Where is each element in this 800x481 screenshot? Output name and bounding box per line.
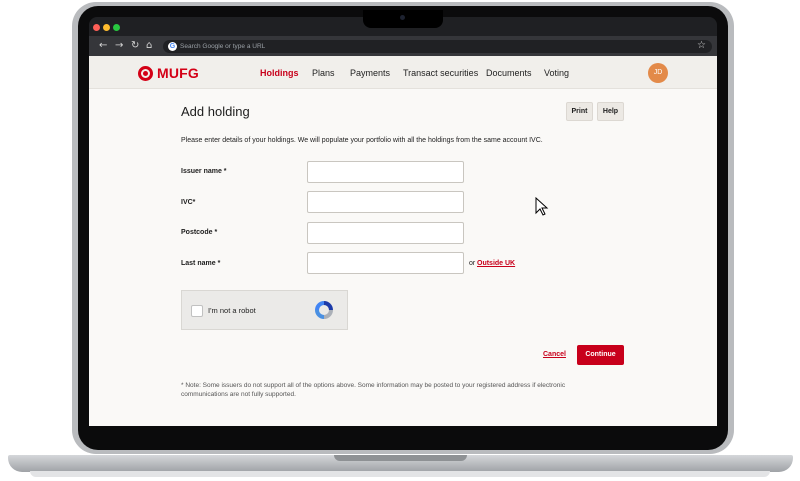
footnote-text: * Note: Some issuers do not support all … xyxy=(181,382,566,398)
minimize-window-button[interactable] xyxy=(103,24,110,31)
laptop-base-notch xyxy=(334,455,467,461)
last-name-label: Last name * xyxy=(181,260,221,267)
user-avatar[interactable]: JD xyxy=(648,63,668,83)
issuer-name-label: Issuer name * xyxy=(181,168,227,175)
camera-icon xyxy=(400,15,405,20)
nav-plans[interactable]: Plans xyxy=(312,68,335,78)
mufg-logo-icon[interactable] xyxy=(138,66,153,81)
nav-holdings[interactable]: Holdings xyxy=(260,68,299,78)
last-name-input[interactable] xyxy=(307,252,464,274)
back-icon[interactable]: ← xyxy=(99,40,107,52)
ivc-label: IVC* xyxy=(181,199,196,206)
nav-voting[interactable]: Voting xyxy=(544,68,569,78)
mouse-cursor-icon xyxy=(535,197,549,216)
site-header: MUFG Holdings Plans Payments Transact se… xyxy=(89,56,717,89)
maximize-window-button[interactable] xyxy=(113,24,120,31)
print-button[interactable]: Print xyxy=(566,102,593,121)
mufg-logo-text[interactable]: MUFG xyxy=(157,65,199,81)
bookmark-star-icon[interactable]: ☆ xyxy=(697,40,706,52)
postcode-label: Postcode * xyxy=(181,229,218,236)
laptop-mockup: ← → ↻ ⌂ G ☆ MUFG Holdings Plans Payments… xyxy=(0,0,800,481)
cancel-link[interactable]: Cancel xyxy=(543,351,566,358)
reload-icon[interactable]: ↻ xyxy=(131,40,139,52)
recaptcha-widget: I'm not a robot xyxy=(181,290,348,330)
close-window-button[interactable] xyxy=(93,24,100,31)
outside-uk-link[interactable]: Outside UK xyxy=(477,260,515,267)
recaptcha-label: I'm not a robot xyxy=(208,306,256,315)
nav-documents[interactable]: Documents xyxy=(486,68,532,78)
web-page: MUFG Holdings Plans Payments Transact se… xyxy=(89,56,717,426)
page-title: Add holding xyxy=(181,104,250,119)
recaptcha-icon xyxy=(315,301,333,319)
help-button[interactable]: Help xyxy=(597,102,624,121)
forward-icon[interactable]: → xyxy=(115,40,123,52)
google-icon: G xyxy=(168,42,177,51)
nav-transact-securities[interactable]: Transact securities xyxy=(403,68,478,78)
or-text: or xyxy=(469,260,476,267)
address-input[interactable] xyxy=(180,40,680,53)
ivc-input[interactable] xyxy=(307,191,464,213)
home-icon[interactable]: ⌂ xyxy=(146,40,152,52)
intro-text: Please enter details of your holdings. W… xyxy=(181,137,543,144)
postcode-input[interactable] xyxy=(307,222,464,244)
continue-button[interactable]: Continue xyxy=(577,345,624,365)
recaptcha-checkbox[interactable] xyxy=(191,305,203,317)
issuer-name-input[interactable] xyxy=(307,161,464,183)
nav-payments[interactable]: Payments xyxy=(350,68,390,78)
laptop-base-shadow xyxy=(30,471,770,477)
